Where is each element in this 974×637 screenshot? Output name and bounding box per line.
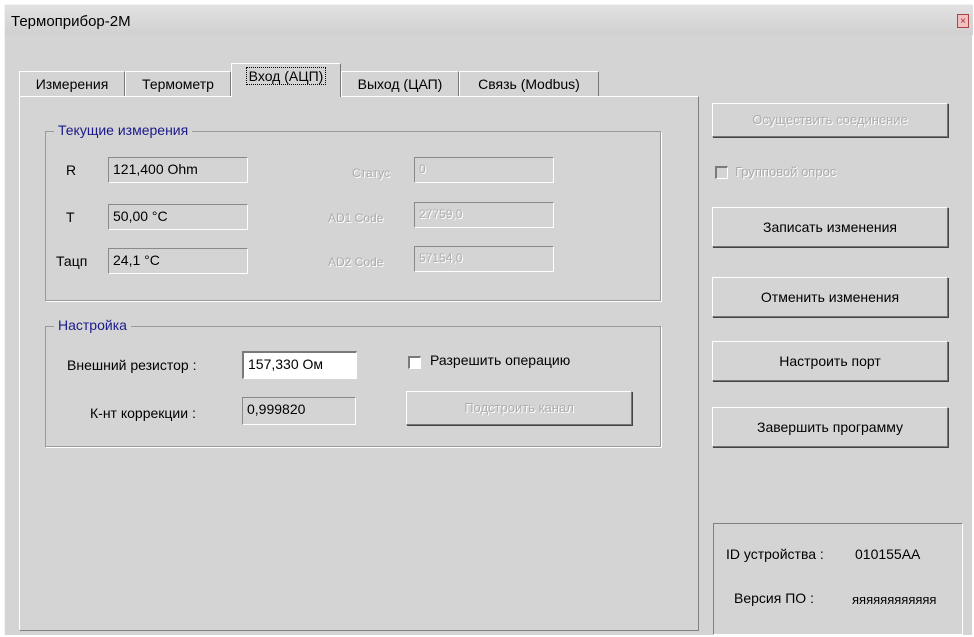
tab-label: Измерения: [35, 76, 109, 92]
exit-program-button[interactable]: Завершить программу: [712, 407, 948, 447]
status-field: 0: [414, 157, 554, 183]
tcj-value-field: 24,1 °C: [108, 248, 248, 274]
ad1-code-label: AD1 Code: [328, 211, 384, 225]
tab-label: Термометр: [142, 76, 214, 92]
main-window: Термоприбор-2М × Измерения Термометр Вхо…: [4, 4, 973, 635]
tab-label: Выход (ЦАП): [357, 76, 443, 92]
device-info-box: ID устройства : 010155AA Версия ПО : яяя…: [713, 523, 963, 635]
r-label: R: [66, 162, 77, 178]
title-bar: Термоприбор-2М ×: [5, 5, 973, 35]
ad1-code-field: 27759,0: [414, 202, 554, 228]
group-title: Настройка: [54, 317, 131, 333]
firmware-version-value: яяяяяяяяяяяя: [852, 592, 937, 607]
status-label: Статус: [352, 166, 390, 180]
allow-operation-label: Разрешить операцию: [430, 352, 571, 368]
ad2-code-field: 57154,0: [414, 246, 554, 272]
allow-operation-checkbox[interactable]: [408, 356, 421, 369]
correction-coef-field: 0,999820: [242, 397, 356, 425]
close-icon[interactable]: ×: [957, 14, 969, 28]
device-id-label: ID устройства :: [726, 546, 824, 562]
tab-panel: Текущие измерения R 121,400 Ohm T 50,00 …: [19, 96, 699, 631]
t-label: T: [66, 209, 75, 225]
resistor-label: Внешний резистор :: [67, 357, 197, 373]
tab-thermometer[interactable]: Термометр: [125, 71, 231, 97]
r-value-field: 121,400 Ohm: [108, 157, 248, 183]
correction-coef-label: К-нт коррекции :: [90, 405, 196, 421]
group-poll-label: Групповой опрос: [735, 164, 837, 179]
tab-label: Связь (Modbus): [478, 76, 580, 92]
group-poll-checkbox[interactable]: [715, 166, 728, 179]
tab-dac-output[interactable]: Выход (ЦАП): [341, 71, 459, 97]
ad2-code-label: AD2 Code: [328, 255, 384, 269]
connect-button[interactable]: Осуществить соединение: [712, 103, 948, 137]
configure-port-button[interactable]: Настроить порт: [712, 341, 948, 381]
firmware-version-label: Версия ПО :: [734, 590, 814, 606]
tcj-label: Тацп: [56, 253, 88, 269]
group-title: Текущие измерения: [54, 122, 193, 138]
tab-modbus[interactable]: Связь (Modbus): [459, 71, 599, 97]
setup-group: Настройка Внешний резистор : 157,330 Ом …: [45, 317, 661, 447]
cancel-changes-button[interactable]: Отменить изменения: [712, 277, 948, 317]
tab-measurements[interactable]: Измерения: [19, 71, 125, 97]
tab-adc-input[interactable]: Вход (АЦП): [231, 63, 341, 97]
tab-label: Вход (АЦП): [245, 67, 327, 85]
window-title: Термоприбор-2М: [11, 13, 131, 30]
resistor-input[interactable]: 157,330 Ом: [242, 351, 357, 379]
tune-channel-button[interactable]: Подстроить канал: [406, 391, 632, 425]
device-id-value: 010155AA: [855, 546, 921, 562]
save-changes-button[interactable]: Записать изменения: [712, 207, 948, 247]
t-value-field: 50,00 °C: [108, 204, 248, 230]
current-measurements-group: Текущие измерения R 121,400 Ohm T 50,00 …: [45, 122, 661, 301]
